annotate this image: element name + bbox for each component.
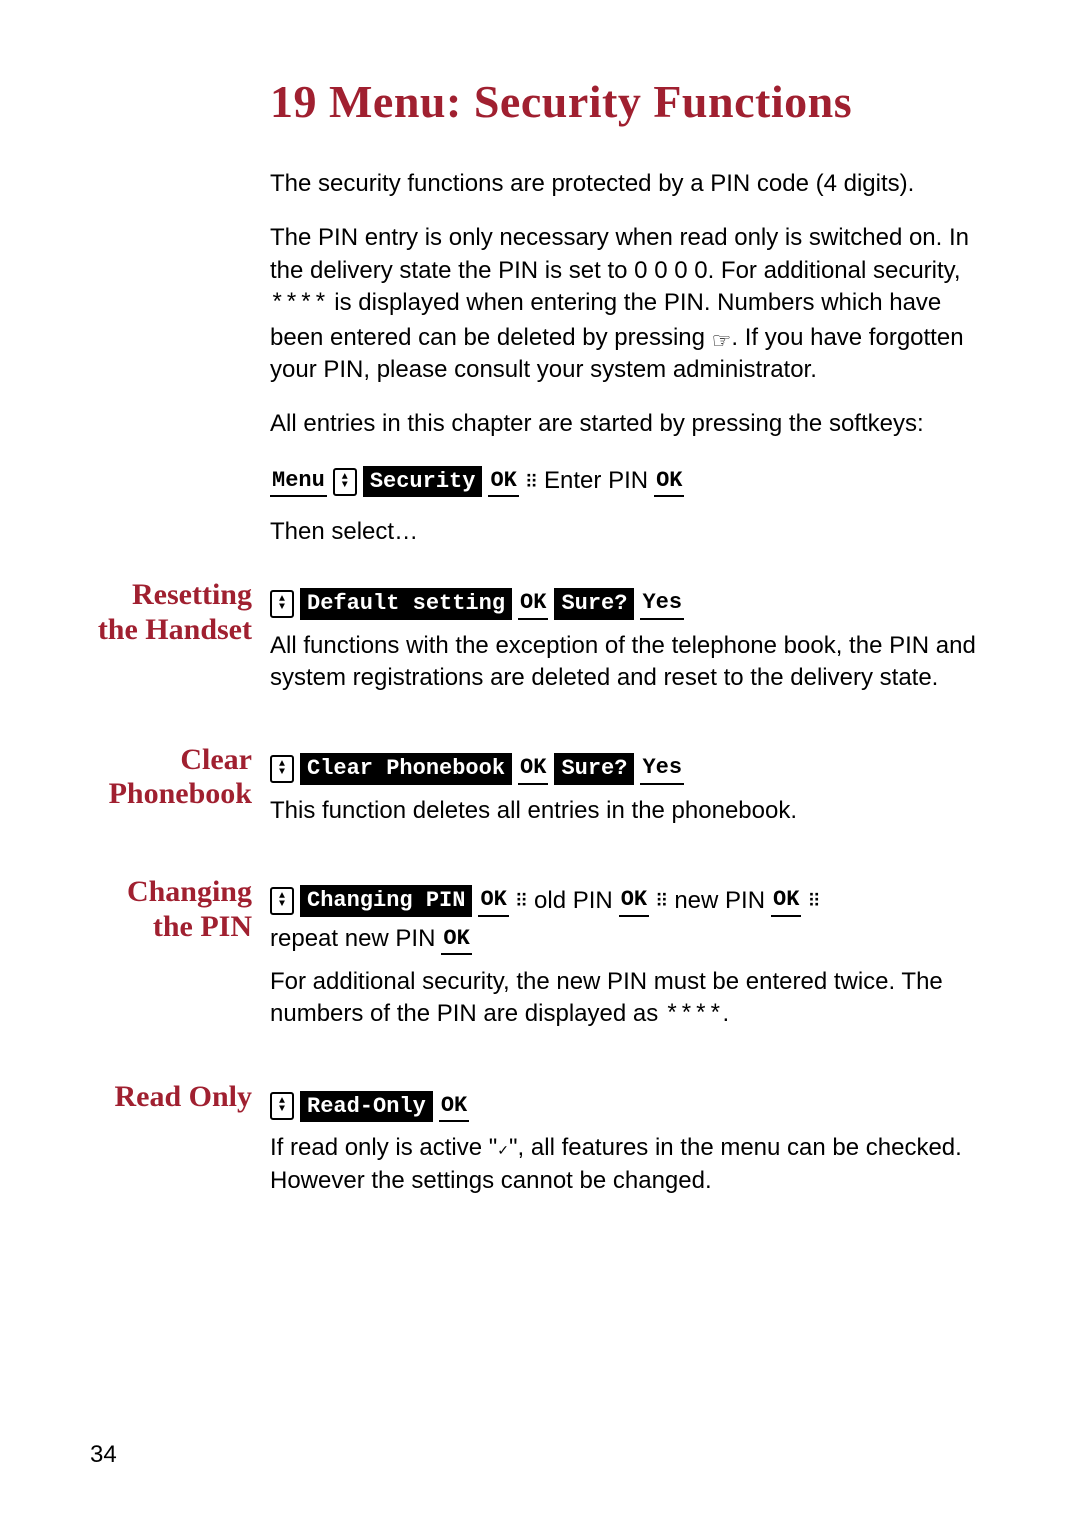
stars-icon: **** [665,1002,723,1029]
repeat-pin-text: repeat new PIN [270,923,435,955]
keypad-icon: ⠿ [525,475,538,493]
reset-heading: Resetting the Handset [90,578,270,647]
softkey-security: Security [363,466,483,498]
pin-sequence: ▲▼ Changing PIN OK ⠿ old PIN OK ⠿ new PI… [270,885,980,956]
intro-body: The security functions are protected by … [270,168,980,548]
softkey-read-only: Read-Only [300,1091,433,1123]
readonly-body: If read only is active "✓", all features… [270,1132,980,1197]
softkey-ok: OK [441,924,471,956]
softkey-clear-phonebook: Clear Phonebook [300,753,512,785]
softkey-yes: Yes [640,753,684,785]
readonly-sequence: ▲▼ Read-Only OK [270,1091,469,1123]
arrow-updown-icon: ▲▼ [270,590,294,618]
stars-icon: **** [270,291,328,318]
arrow-updown-icon: ▲▼ [333,468,357,496]
softkey-default-setting: Default setting [300,588,512,620]
section-pin: Changing the PIN ▲▼ Changing PIN OK ⠿ ol… [90,875,980,1050]
keypad-icon: ⠿ [807,894,820,912]
softkey-sure: Sure? [554,588,634,620]
old-pin-text: old PIN [534,885,613,917]
readonly-heading: Read Only [90,1080,270,1115]
arrow-updown-icon: ▲▼ [270,1092,294,1120]
softkey-ok: OK [518,753,548,785]
softkey-sure: Sure? [554,753,634,785]
section-readonly: Read Only ▲▼ Read-Only OK If read only i… [90,1080,980,1215]
softkey-ok: OK [654,466,684,498]
softkey-sequence: Menu ▲▼ Security OK ⠿ Enter PIN OK [270,465,684,497]
reset-sequence: ▲▼ Default setting OK Sure? Yes [270,588,684,620]
section-reset: Resetting the Handset ▲▼ Default setting… [90,578,980,713]
page-number: 34 [90,1441,117,1469]
chapter-title: 19 Menu: Security Functions [270,75,980,128]
hook-icon: ☞ [712,326,732,356]
intro-p1: The security functions are protected by … [270,168,980,200]
checkmark-icon: ✓ [497,1142,509,1158]
new-pin-text: new PIN [674,885,765,917]
intro-p2: The PIN entry is only necessary when rea… [270,222,980,386]
clear-body: This function deletes all entries in the… [270,795,980,827]
arrow-updown-icon: ▲▼ [270,755,294,783]
pin-heading: Changing the PIN [90,875,270,944]
chapter-number: 19 [270,76,317,127]
keypad-icon: ⠿ [655,894,668,912]
softkey-changing-pin: Changing PIN [300,885,472,917]
softkey-ok: OK [771,885,801,917]
softkey-yes: Yes [640,588,684,620]
intro-p3: All entries in this chapter are started … [270,408,980,440]
enter-pin-text: Enter PIN [544,465,648,497]
clear-heading: Clear Phonebook [90,743,270,812]
arrow-updown-icon: ▲▼ [270,887,294,915]
manual-page: 19 Menu: Security Functions The security… [0,0,1080,1529]
reset-body: All functions with the exception of the … [270,630,980,695]
section-clear: Clear Phonebook ▲▼ Clear Phonebook OK Su… [90,743,980,845]
softkey-ok: OK [478,885,508,917]
softkey-menu: Menu [270,466,327,498]
softkey-ok: OK [619,885,649,917]
softkey-ok: OK [439,1091,469,1123]
softkey-ok: OK [488,466,518,498]
softkey-ok: OK [518,588,548,620]
pin-body: For additional security, the new PIN mus… [270,966,980,1033]
then-select: Then select… [270,516,980,548]
keypad-icon: ⠿ [515,894,528,912]
chapter-name: Menu: Security Functions [329,76,852,127]
clear-sequence: ▲▼ Clear Phonebook OK Sure? Yes [270,753,684,785]
